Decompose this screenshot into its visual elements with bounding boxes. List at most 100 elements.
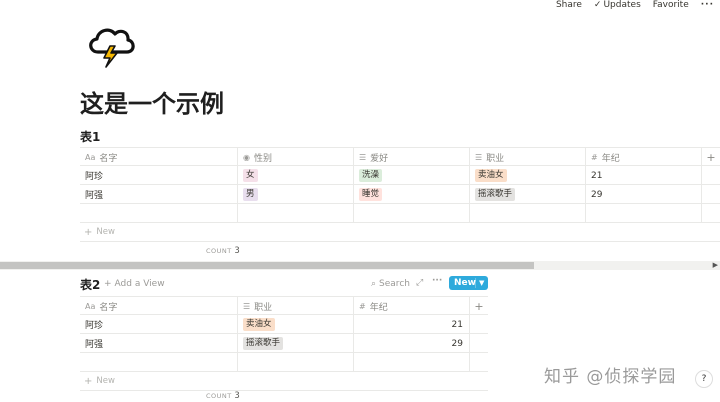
cell-age[interactable]: 21 [586,166,702,185]
cell-empty[interactable] [354,204,470,223]
column-header-hobby[interactable]: ☰ 爱好 [354,148,470,167]
add-column-button[interactable]: + [470,297,488,316]
cell-gender[interactable]: 女 [238,166,354,185]
cell-age[interactable]: 21 [354,315,470,334]
column-label: 性别 [253,154,272,164]
table1-header-row: Aa 名字 ◉ 性别 ☰ 爱好 ☰ 职业 # 年纪 + [80,147,720,167]
page-title: 这是一个示例 [80,90,224,118]
cell-hobby[interactable]: 睡觉 [354,185,470,204]
tag: 卖油女 [243,318,275,331]
help-button[interactable]: ? [695,370,713,388]
cell-empty[interactable] [238,353,354,372]
count-value: 3 [234,391,240,401]
new-button[interactable]: New ▼ [449,276,488,290]
select-type-icon: ◉ [243,153,250,162]
tag: 摇滚歌手 [475,188,516,201]
scrollbar-thumb[interactable] [0,262,534,269]
table2-toolbar: 表2 + Add a View ⌕ Search ⤢ ··· New ▼ [80,275,488,293]
expand-icon[interactable]: ⤢ [416,278,423,288]
column-label: 年纪 [369,303,388,313]
count-value: 3 [234,246,240,256]
tag: 睡觉 [359,188,383,201]
topbar: Share ✓ Updates Favorite ··· [556,0,714,10]
cell-age[interactable]: 29 [354,334,470,353]
table-row[interactable]: 阿珍 卖油女 21 [80,315,488,334]
cell-gender[interactable]: 男 [238,185,354,204]
horizontal-scrollbar[interactable]: ▶ [0,261,720,270]
multiselect-type-icon: ☰ [359,153,367,162]
add-view-button[interactable]: + Add a View [104,279,165,289]
plus-icon: + [84,375,93,387]
count-footer[interactable]: COUNT 3 [206,246,240,256]
number-type-icon: # [359,302,366,311]
favorite-button[interactable]: Favorite [653,0,689,10]
cell-empty[interactable] [470,204,586,223]
cell-hobby[interactable]: 洗澡 [354,166,470,185]
new-row-button[interactable]: + New [80,372,488,391]
share-button[interactable]: Share [556,0,582,10]
count-label: COUNT [206,247,232,255]
column-header-job[interactable]: ☰ 职业 [238,297,354,316]
table2-title[interactable]: 表2 [80,276,100,293]
cell-empty[interactable] [354,353,470,372]
watermark: 知乎 @侦探学园 [544,367,677,387]
new-row-button[interactable]: + New [80,223,720,242]
cell-job[interactable]: 摇滚歌手 [238,334,354,353]
search-button[interactable]: ⌕ Search [371,279,410,289]
table-row[interactable]: 阿珍 女 洗澡 卖油女 21 [80,166,720,185]
cell-empty[interactable] [586,204,702,223]
check-icon: ✓ [593,0,602,10]
more-options-icon[interactable]: ··· [701,0,714,10]
tag: 男 [243,188,258,201]
new-button-label: New [449,278,476,288]
table-row-empty[interactable] [80,353,488,372]
column-header-name[interactable]: Aa 名字 [80,148,238,167]
table-row[interactable]: 阿强 男 睡觉 摇滚歌手 29 [80,185,720,204]
cell-name[interactable]: 阿珍 [80,315,238,334]
column-label: 职业 [486,154,505,164]
table2: Aa 名字 ☰ 职业 # 年纪 + 阿珍 卖油女 21 阿强 摇滚歌手 29 + Ne… [80,296,488,391]
count-footer[interactable]: COUNT 3 [206,391,240,401]
more-options-icon[interactable]: ··· [432,276,442,286]
updates-label: Updates [603,0,641,10]
cell-job[interactable]: 卖油女 [238,315,354,334]
cell-name[interactable]: 阿珍 [80,166,238,185]
search-icon: ⌕ [371,279,377,289]
column-header-gender[interactable]: ◉ 性别 [238,148,354,167]
number-type-icon: # [591,153,598,162]
updates-button[interactable]: ✓ Updates [594,0,641,10]
add-view-label: Add a View [114,279,165,289]
multiselect-type-icon: ☰ [475,153,483,162]
cell-empty[interactable] [80,353,238,372]
plus-icon: + [104,279,112,289]
scroll-right-icon[interactable]: ▶ [713,261,718,270]
text-type-icon: Aa [85,302,96,311]
column-header-name[interactable]: Aa 名字 [80,297,238,316]
add-column-button[interactable]: + [702,148,720,167]
cell-job[interactable]: 摇滚歌手 [470,185,586,204]
column-header-age[interactable]: # 年纪 [354,297,470,316]
cell-empty[interactable] [80,204,238,223]
table-row[interactable]: 阿强 摇滚歌手 29 [80,334,488,353]
tag: 卖油女 [475,169,507,182]
column-header-age[interactable]: # 年纪 [586,148,702,167]
cell-job[interactable]: 卖油女 [470,166,586,185]
plus-icon: + [84,226,93,238]
table1-title[interactable]: 表1 [80,128,100,145]
cell-empty[interactable] [238,204,354,223]
thunderstorm-icon[interactable] [84,22,140,68]
column-header-job[interactable]: ☰ 职业 [470,148,586,167]
cell-age[interactable]: 29 [586,185,702,204]
tag: 摇滚歌手 [243,337,284,350]
search-label: Search [379,279,410,289]
chevron-down-icon[interactable]: ▼ [476,279,484,287]
cell-name[interactable]: 阿强 [80,334,238,353]
column-label: 名字 [99,154,118,164]
tag: 洗澡 [359,169,383,182]
cell-name[interactable]: 阿强 [80,185,238,204]
column-label: 职业 [254,303,273,313]
new-row-label: New [96,376,115,386]
tag: 女 [243,169,258,182]
column-label: 年纪 [601,154,620,164]
table-row-empty[interactable] [80,204,720,223]
